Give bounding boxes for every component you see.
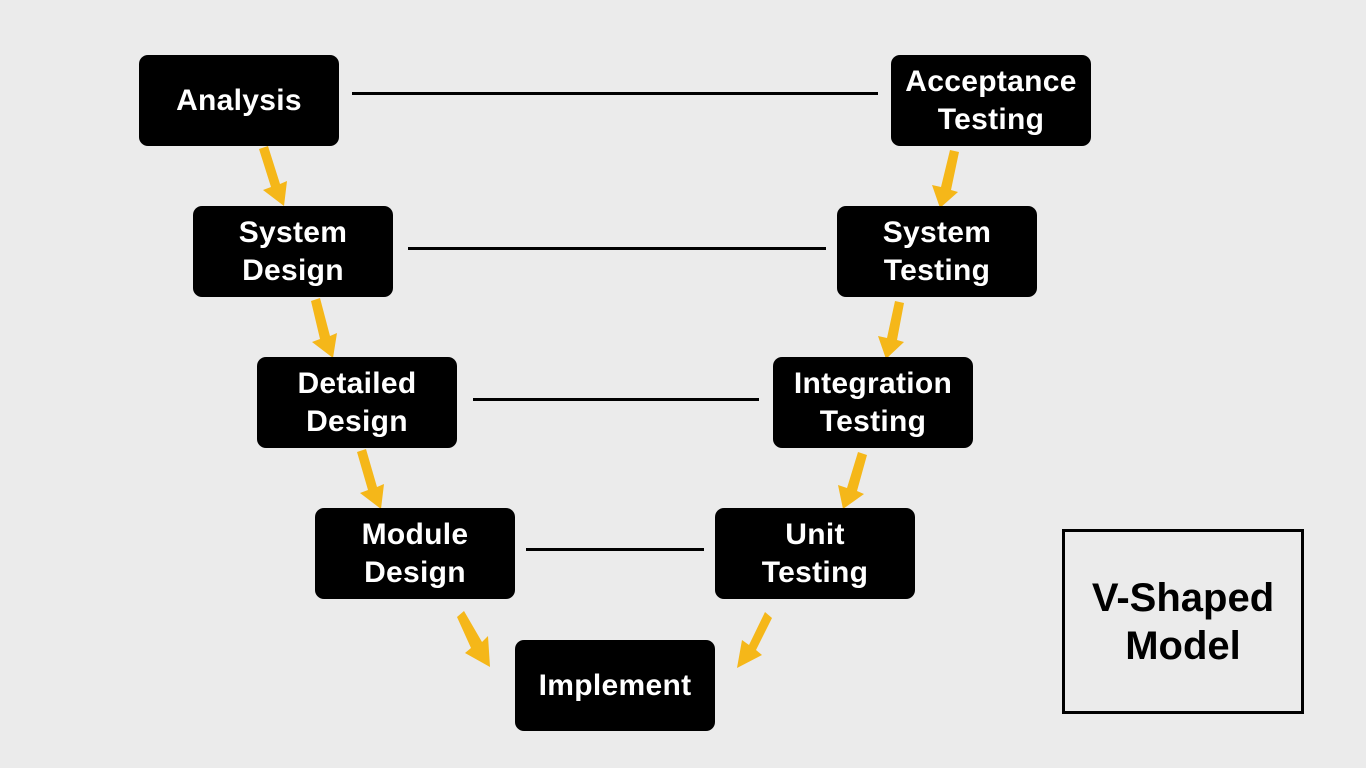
node-system-testing: System Testing — [837, 206, 1037, 297]
node-label: Detailed — [297, 366, 417, 400]
node-label: Design — [242, 253, 344, 287]
node-label: System — [238, 215, 348, 249]
arrow-analysis-to-system-design — [259, 146, 287, 206]
node-acceptance-testing: Acceptance Testing — [891, 55, 1091, 146]
node-label: Testing — [937, 102, 1045, 136]
node-label: Testing — [883, 253, 991, 287]
node-system-design: System Design — [193, 206, 393, 297]
arrow-module-design-to-implement — [457, 611, 490, 667]
node-label: Analysis — [176, 83, 302, 117]
node-implement: Implement — [515, 640, 715, 731]
arrow-acceptance-to-system-testing — [932, 150, 959, 208]
diagram-title-box: V-Shaped Model — [1062, 529, 1304, 714]
node-label: Design — [306, 404, 408, 438]
node-detailed-design: Detailed Design — [257, 357, 457, 448]
node-label: Testing — [819, 404, 927, 438]
arrow-detailed-design-to-module-design — [357, 449, 384, 509]
node-analysis: Analysis — [139, 55, 339, 146]
arrow-system-testing-to-integration — [878, 301, 904, 359]
node-label: Design — [364, 555, 466, 589]
arrow-integration-to-unit-testing — [838, 452, 867, 509]
node-label: Integration — [793, 366, 953, 400]
node-label: Implement — [538, 668, 692, 702]
node-label: System — [882, 215, 992, 249]
node-label: Module — [361, 517, 469, 551]
node-module-design: Module Design — [315, 508, 515, 599]
node-label: Acceptance — [905, 64, 1077, 98]
node-label: Testing — [761, 555, 869, 589]
arrow-system-design-to-detailed-design — [311, 298, 337, 358]
diagram-title-line: V-Shaped — [1091, 575, 1275, 620]
node-integration-testing: Integration Testing — [773, 357, 973, 448]
node-label: Unit — [785, 517, 845, 551]
diagram-title-line: Model — [1125, 623, 1241, 668]
node-unit-testing: Unit Testing — [715, 508, 915, 599]
arrow-unit-testing-to-implement — [737, 612, 772, 668]
